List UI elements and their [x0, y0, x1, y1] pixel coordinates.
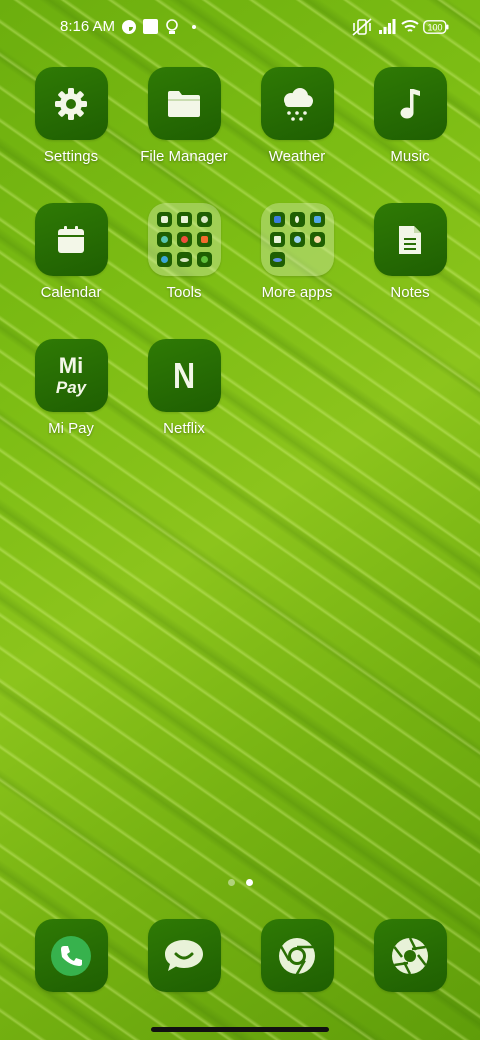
- tools-folder-tile[interactable]: [147, 203, 221, 276]
- mini-cloud-icon: [289, 232, 305, 247]
- battery-icon: 100: [423, 18, 449, 35]
- netflix-icon-tile[interactable]: N: [147, 339, 221, 412]
- svg-text:100: 100: [427, 22, 442, 32]
- mini-payments-icon: [269, 252, 285, 267]
- mini-face-icon: [309, 232, 325, 247]
- page-dot-active[interactable]: [246, 879, 253, 886]
- app-label: Notes: [390, 284, 430, 301]
- mini-app-icon: [196, 252, 212, 267]
- notes-icon: [399, 225, 421, 254]
- page-dot[interactable]: [228, 879, 235, 886]
- messaging-icon-tile[interactable]: [147, 919, 221, 992]
- vpn-shield-icon: [121, 18, 137, 35]
- app-label: File Manager: [140, 148, 228, 165]
- mini-grid-icon: [176, 212, 192, 227]
- browser-icon-tile[interactable]: [260, 919, 334, 992]
- status-time: 8:16 AM: [60, 18, 116, 35]
- app-label: Music: [390, 148, 430, 165]
- signal-icon: [379, 18, 396, 35]
- mini-store-icon: [309, 212, 325, 227]
- dock-camera[interactable]: [355, 919, 465, 992]
- file-manager-icon-tile[interactable]: [147, 67, 221, 140]
- notification-square-icon: [143, 18, 158, 35]
- dock-phone[interactable]: [16, 919, 126, 992]
- mini-media-icon: [196, 232, 212, 247]
- folder-more-apps[interactable]: More apps: [242, 203, 352, 301]
- app-calendar[interactable]: Calendar: [16, 203, 126, 301]
- app-label: Tools: [166, 284, 202, 301]
- music-icon-tile[interactable]: [373, 67, 447, 140]
- app-notes[interactable]: Notes: [355, 203, 465, 301]
- app-label: Weather: [268, 148, 326, 165]
- app-label: Netflix: [163, 420, 205, 437]
- mi-pay-icon: Mi Pay: [55, 353, 87, 397]
- mini-cart-icon: [269, 212, 285, 227]
- weather-icon-tile[interactable]: [260, 67, 334, 140]
- camera-aperture-icon: [392, 936, 428, 975]
- app-netflix[interactable]: N Netflix: [129, 339, 239, 437]
- mi-pay-logo-mi: Mi: [58, 353, 84, 378]
- vibrate-off-icon: [352, 17, 372, 36]
- mini-browser-icon: [156, 252, 172, 267]
- app-label: Settings: [43, 148, 99, 165]
- mi-pay-logo-pay: Pay: [55, 378, 87, 397]
- music-note-icon: [400, 88, 420, 118]
- gesture-navigation-bar[interactable]: [151, 1027, 329, 1032]
- app-label: Calendar: [40, 284, 102, 301]
- dock-browser[interactable]: [242, 919, 352, 992]
- phone-icon: [51, 935, 91, 976]
- status-bar: 8:16 AM 100: [0, 0, 480, 56]
- mini-linkedin-icon: [269, 232, 285, 247]
- snow-cloud-icon: [284, 87, 313, 121]
- mini-infinity-icon: [176, 252, 192, 267]
- settings-icon-tile[interactable]: [34, 67, 108, 140]
- folder-icon: [168, 90, 200, 117]
- dock-messaging[interactable]: [129, 919, 239, 992]
- chrome-icon: [279, 937, 315, 975]
- page-indicator[interactable]: [228, 879, 253, 886]
- gear-icon: [55, 87, 87, 120]
- mi-pay-icon-tile[interactable]: Mi Pay: [34, 339, 108, 412]
- app-mi-pay[interactable]: Mi Pay Mi Pay: [16, 339, 126, 437]
- mini-facebook-icon: [289, 212, 305, 227]
- app-label: Mi Pay: [48, 420, 94, 437]
- netflix-n-icon: N: [172, 354, 196, 396]
- wifi-icon: [401, 18, 419, 35]
- phone-icon-tile[interactable]: [34, 919, 108, 992]
- app-settings[interactable]: Settings: [16, 67, 126, 165]
- mini-contacts-icon: [156, 212, 172, 227]
- folder-tools[interactable]: Tools: [129, 203, 239, 301]
- lightbulb-icon: [165, 18, 179, 35]
- chat-bubble-icon: [165, 939, 203, 971]
- app-label: More apps: [261, 284, 333, 301]
- notes-icon-tile[interactable]: [373, 203, 447, 276]
- app-file-manager[interactable]: File Manager: [129, 67, 239, 165]
- mini-compass-icon: [156, 232, 172, 247]
- app-music[interactable]: Music: [355, 67, 465, 165]
- app-weather[interactable]: Weather: [242, 67, 352, 165]
- calendar-icon-tile[interactable]: [34, 203, 108, 276]
- more-apps-folder-tile[interactable]: [260, 203, 334, 276]
- mini-globe-icon: [196, 212, 212, 227]
- calendar-icon: [58, 225, 84, 253]
- camera-icon-tile[interactable]: [373, 919, 447, 992]
- mini-record-icon: [176, 232, 192, 247]
- more-notifications-dot-icon: [192, 18, 196, 35]
